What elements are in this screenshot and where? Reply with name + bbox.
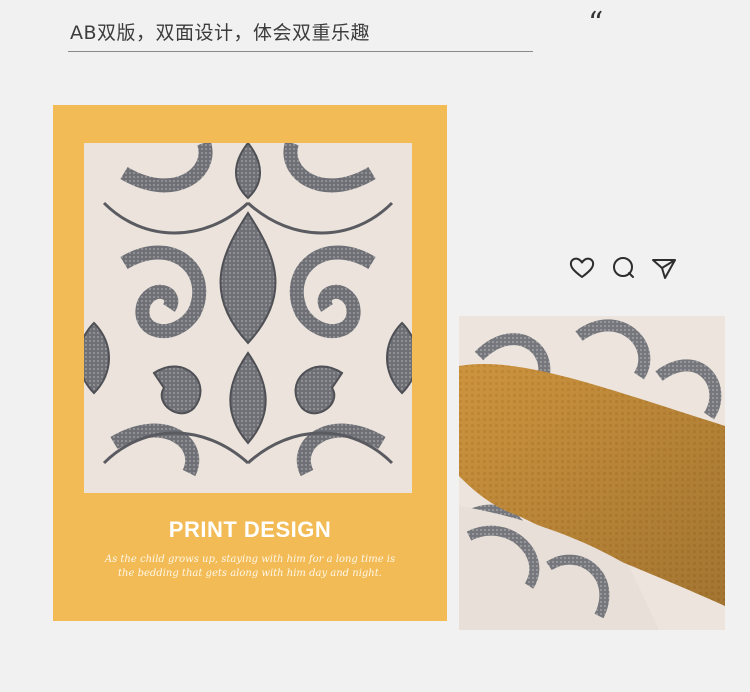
damask-pattern-image bbox=[84, 143, 412, 493]
caption-line-1: As the child grows up, staying with him … bbox=[104, 554, 396, 565]
pattern-swatch bbox=[84, 143, 412, 493]
card-title: PRINT DESIGN bbox=[168, 517, 332, 542]
card-caption: As the child grows up, staying with him … bbox=[93, 553, 407, 581]
social-actions bbox=[568, 254, 678, 282]
header-title: AB双版，双面设计，体会双重乐趣 bbox=[70, 22, 371, 44]
caption-line-2: the bedding that gets along with him day… bbox=[118, 568, 382, 579]
send-icon[interactable] bbox=[650, 254, 678, 282]
quote-mark: “ bbox=[588, 6, 604, 41]
bedding-photo bbox=[459, 316, 725, 630]
comment-icon[interactable] bbox=[609, 254, 637, 282]
header-rule bbox=[68, 51, 533, 52]
heart-icon[interactable] bbox=[568, 254, 596, 282]
print-design-card: PRINT DESIGN As the child grows up, stay… bbox=[53, 105, 447, 621]
quilt-photo-image bbox=[459, 316, 725, 630]
